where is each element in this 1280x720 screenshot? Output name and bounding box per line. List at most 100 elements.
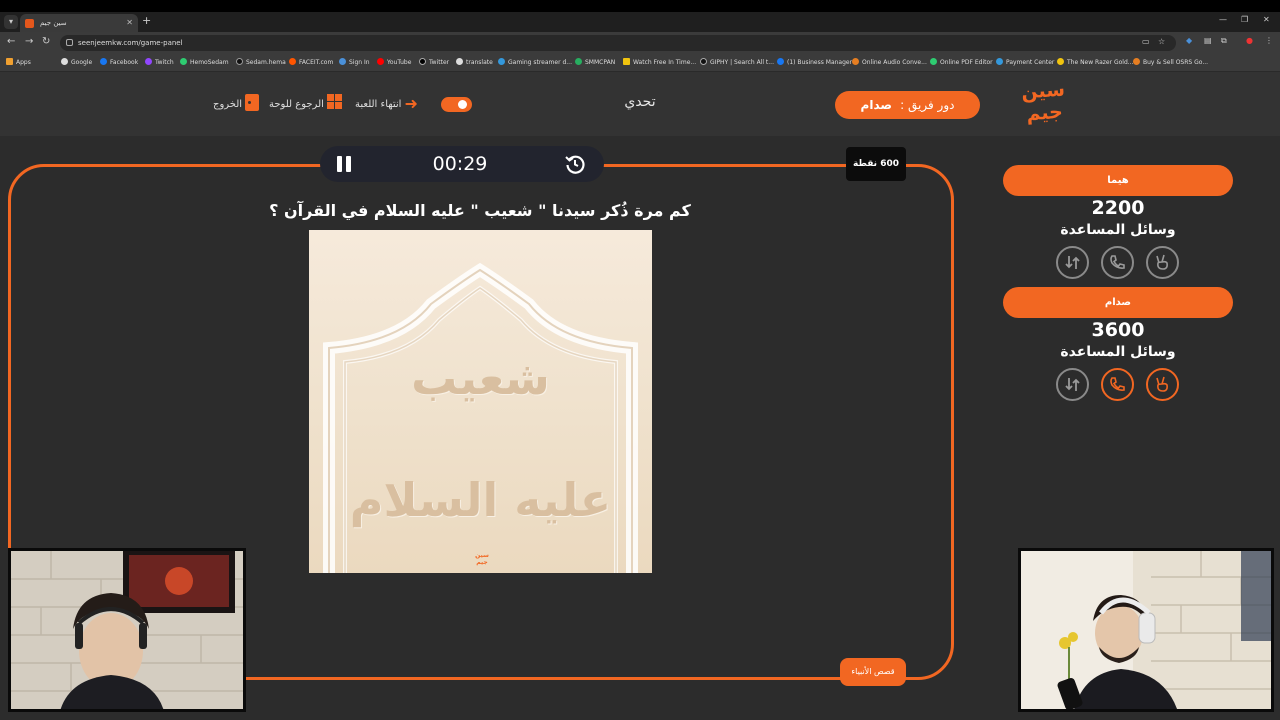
address-bar: ← → ↻ seenjeemkw.com/game-panel ▭ ☆ ◆ ▤ … bbox=[0, 32, 1280, 54]
bookmarks-bar: Apps Google Facebook Twitch HemoSedam Se… bbox=[0, 54, 1280, 72]
forward-icon[interactable]: → bbox=[25, 36, 33, 47]
faceit-icon bbox=[289, 58, 296, 65]
bookmark-giphy[interactable]: GIPHY | Search All t... bbox=[700, 57, 774, 69]
turn-team-name: صدام bbox=[860, 98, 892, 112]
peace-hand-icon bbox=[1156, 254, 1168, 270]
phone-icon bbox=[1110, 377, 1125, 391]
webcam-left bbox=[8, 548, 246, 712]
pause-icon[interactable] bbox=[337, 156, 351, 172]
team-2-hand-aid[interactable] bbox=[1146, 368, 1179, 401]
osrs-icon bbox=[1133, 58, 1140, 65]
bookmark-star-icon[interactable]: ☆ bbox=[1158, 37, 1165, 46]
youtube-icon bbox=[377, 58, 384, 65]
bookmark-gaming[interactable]: Gaming streamer d... bbox=[498, 57, 572, 69]
bookmark-google[interactable]: Google bbox=[61, 57, 92, 69]
webcam-right-image bbox=[1021, 551, 1271, 709]
facebook-icon bbox=[100, 58, 107, 65]
watch-icon bbox=[623, 58, 630, 65]
question-text: كم مرة ذُكر سيدنا " شعيب " عليه السلام ف… bbox=[269, 201, 691, 220]
signin-icon bbox=[339, 58, 346, 65]
bookmark-audio[interactable]: Online Audio Conve... bbox=[852, 57, 927, 69]
bookmark-youtube[interactable]: YouTube bbox=[377, 57, 411, 69]
back-to-board-button[interactable]: الرجوع للوحة bbox=[269, 94, 343, 114]
team-2-swap-aid[interactable] bbox=[1056, 368, 1089, 401]
site-info-icon[interactable] bbox=[66, 39, 73, 46]
tab-close-icon[interactable]: ✕ bbox=[126, 14, 133, 32]
bookmark-hemosedam[interactable]: HemoSedam bbox=[180, 57, 229, 69]
cast-icon[interactable]: ▭ bbox=[1142, 37, 1150, 46]
twitter-icon bbox=[419, 58, 426, 65]
tab-active[interactable]: سين جيم ✕ bbox=[20, 14, 138, 32]
swap-icon bbox=[1065, 378, 1080, 391]
timer-bar: 00:29 bbox=[320, 146, 604, 182]
translate-icon bbox=[456, 58, 463, 65]
tab-title: سين جيم bbox=[40, 19, 67, 27]
points-badge: 600 نقطة bbox=[846, 147, 906, 181]
image-text-honorific: عليه السلام bbox=[349, 473, 612, 527]
board-grid-icon bbox=[326, 94, 343, 110]
bookmark-watch[interactable]: Watch Free In Time... bbox=[623, 57, 696, 69]
screen: ▾ سين جيم ✕ + — ❐ ✕ ← → ↻ seenjeemkw.com… bbox=[0, 0, 1280, 720]
turn-label: دور فريق : bbox=[900, 98, 955, 112]
exit-button[interactable]: الخروج bbox=[213, 94, 260, 114]
url-field[interactable]: seenjeemkw.com/game-panel ▭ ☆ bbox=[60, 35, 1176, 51]
end-game-arrow-icon: ➜ bbox=[404, 94, 418, 113]
minimize-icon[interactable]: — bbox=[1219, 15, 1227, 24]
bookmark-tiktok[interactable]: Sedam.hema bbox=[236, 57, 286, 69]
question-category-badge: قصص الأنبياء bbox=[840, 658, 906, 686]
maximize-icon[interactable]: ❐ bbox=[1241, 15, 1248, 24]
team-1-hand-aid[interactable] bbox=[1146, 246, 1179, 279]
gaming-icon bbox=[498, 58, 505, 65]
team-1-name-pill: هيما bbox=[1003, 165, 1233, 196]
browser-menu-icon[interactable]: ⋮ bbox=[1265, 36, 1273, 45]
bookmark-pdf[interactable]: Online PDF Editor bbox=[930, 57, 993, 69]
image-watermark-logo: سين جيم bbox=[475, 552, 489, 566]
bookmark-business[interactable]: (1) Business Manager bbox=[777, 57, 852, 69]
bookmark-payment[interactable]: Payment Center bbox=[996, 57, 1054, 69]
end-game-button[interactable]: ➜انتهاء اللعبة bbox=[355, 94, 418, 114]
bookmark-razer[interactable]: The New Razer Gold... bbox=[1057, 57, 1134, 69]
team-2-name-pill: صدام bbox=[1003, 287, 1233, 318]
peace-hand-icon bbox=[1156, 376, 1168, 392]
bookmark-smmcpan[interactable]: SMMCPAN bbox=[575, 57, 615, 69]
webcam-left-image bbox=[11, 551, 243, 709]
team-1-swap-aid[interactable] bbox=[1056, 246, 1089, 279]
twitch-icon bbox=[145, 58, 152, 65]
bookmark-signin[interactable]: Sign In bbox=[339, 57, 370, 69]
google-icon bbox=[61, 58, 68, 65]
category-title: تحدي bbox=[624, 94, 656, 110]
back-icon[interactable]: ← bbox=[7, 36, 15, 47]
tab-search-icon[interactable]: ▾ bbox=[4, 15, 18, 29]
bookmark-osrs[interactable]: Buy & Sell OSRS Go... bbox=[1133, 57, 1208, 69]
razer-icon bbox=[1057, 58, 1064, 65]
extension-icon-2[interactable]: ▤ bbox=[1204, 36, 1212, 45]
site-logo[interactable]: سين جيم bbox=[1012, 78, 1075, 130]
pdf-icon bbox=[930, 58, 937, 65]
sound-toggle[interactable] bbox=[441, 97, 472, 112]
bookmark-twitter[interactable]: Twitter bbox=[419, 57, 449, 69]
url-text: seenjeemkw.com/game-panel bbox=[78, 39, 183, 47]
window-close-icon[interactable]: ✕ bbox=[1263, 15, 1270, 24]
extension-icon[interactable]: ◆ bbox=[1186, 36, 1192, 45]
game-header: سين جيم دور فريق : صدام تحدي ➜انتهاء الل… bbox=[0, 72, 1280, 136]
bookmark-twitch[interactable]: Twitch bbox=[145, 57, 174, 69]
bookmark-translate[interactable]: translate bbox=[456, 57, 493, 69]
tab-favicon-icon bbox=[25, 19, 34, 28]
team-1-aids-label: وسائل المساعدة bbox=[1060, 222, 1176, 238]
team-2-score: 3600 bbox=[1091, 319, 1145, 341]
bookmark-apps[interactable]: Apps bbox=[6, 57, 31, 69]
team-1-phone-aid[interactable] bbox=[1101, 246, 1134, 279]
tiktok-icon bbox=[236, 58, 243, 65]
webcam-right bbox=[1018, 548, 1274, 712]
bookmark-faceit[interactable]: FACEIT.com bbox=[289, 57, 333, 69]
new-tab-icon[interactable]: + bbox=[142, 14, 151, 27]
top-bar bbox=[0, 0, 1280, 12]
giphy-icon bbox=[700, 58, 707, 65]
extensions-icon[interactable]: ⧉ bbox=[1221, 36, 1227, 46]
reset-timer-icon[interactable] bbox=[564, 153, 586, 175]
team-2-phone-aid[interactable] bbox=[1101, 368, 1134, 401]
tab-strip: ▾ سين جيم ✕ + — ❐ ✕ bbox=[0, 12, 1280, 32]
profile-icon[interactable]: ● bbox=[1246, 36, 1253, 45]
reload-icon[interactable]: ↻ bbox=[42, 36, 50, 47]
bookmark-facebook[interactable]: Facebook bbox=[100, 57, 138, 69]
